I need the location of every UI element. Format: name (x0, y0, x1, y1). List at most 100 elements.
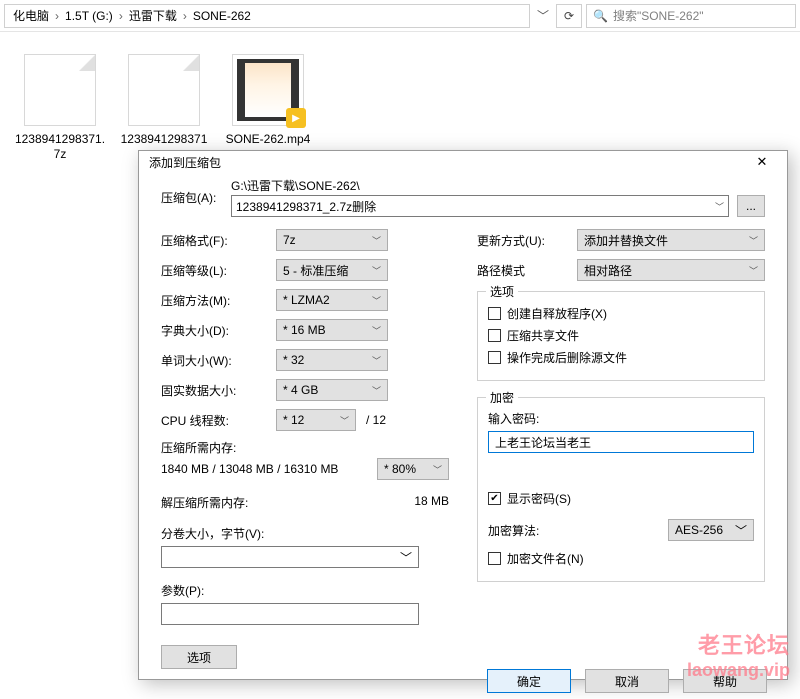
dict-value: * 16 MB (283, 323, 326, 337)
file-item[interactable]: 1238941298371.7z (14, 54, 106, 162)
algo-value: AES-256 (675, 523, 723, 537)
search-input[interactable]: 🔍 搜索"SONE-262" (586, 4, 796, 28)
checkbox-icon (488, 329, 501, 342)
chevron-down-icon: ﹀ (749, 264, 758, 277)
threads-max: / 12 (366, 413, 386, 427)
word-value: * 32 (283, 353, 304, 367)
word-select[interactable]: * 32 ﹀ (276, 349, 388, 371)
checkbox-icon (488, 552, 501, 565)
checkbox-icon (488, 351, 501, 364)
method-value: * LZMA2 (283, 293, 330, 307)
dict-select[interactable]: * 16 MB ﹀ (276, 319, 388, 341)
ellipsis-icon: ... (746, 199, 756, 213)
params-input[interactable] (161, 603, 419, 625)
file-item[interactable]: ▶ SONE-262.mp4 (222, 54, 314, 162)
encrypt-names-checkbox[interactable]: 加密文件名(N) (488, 547, 754, 569)
help-button[interactable]: 帮助 (683, 669, 767, 693)
split-select[interactable]: ﹀ (161, 546, 419, 568)
level-value: 5 - 标准压缩 (283, 262, 348, 279)
close-button[interactable]: ✕ (745, 151, 779, 173)
word-label: 单词大小(W): (161, 352, 276, 369)
file-icon (24, 54, 96, 126)
update-select[interactable]: 添加并替换文件 ﹀ (577, 229, 765, 251)
browse-button[interactable]: ... (737, 195, 765, 217)
address-dropdown[interactable]: ﹀ (534, 5, 552, 27)
level-select[interactable]: 5 - 标准压缩 ﹀ (276, 259, 388, 281)
refresh-button[interactable]: ⟳ (556, 4, 582, 28)
pathmode-select[interactable]: 相对路径 ﹀ (577, 259, 765, 281)
dict-label: 字典大小(D): (161, 322, 276, 339)
show-password-label: 显示密码(S) (507, 490, 571, 507)
chevron-right-icon: › (117, 9, 125, 23)
threads-label: CPU 线程数: (161, 412, 276, 429)
method-label: 压缩方法(M): (161, 292, 276, 309)
close-icon: ✕ (757, 154, 768, 170)
options-button[interactable]: 选项 (161, 645, 237, 669)
format-label: 压缩格式(F): (161, 232, 276, 249)
file-item[interactable]: 1238941298371 (118, 54, 210, 162)
encrypt-legend: 加密 (486, 389, 518, 406)
chevron-down-icon: ﹀ (372, 294, 381, 307)
play-badge-icon: ▶ (286, 108, 306, 128)
file-name: SONE-262.mp4 (226, 132, 311, 147)
archive-name-value: 1238941298371_2.7z删除 (236, 198, 376, 215)
dialog-titlebar[interactable]: 添加到压缩包 ✕ (139, 151, 787, 173)
crumb-folder2[interactable]: SONE-262 (189, 9, 255, 23)
format-value: 7z (283, 233, 296, 247)
refresh-icon: ⟳ (564, 9, 574, 23)
decompress-mem-label: 解压缩所需内存: (161, 494, 248, 511)
options-button-label: 选项 (187, 649, 211, 666)
mem-pct-value: * 80% (384, 462, 416, 476)
cancel-label: 取消 (615, 673, 639, 690)
delete-checkbox[interactable]: 操作完成后删除源文件 (488, 346, 754, 368)
threads-select[interactable]: * 12 ﹀ (276, 409, 356, 431)
solid-select[interactable]: * 4 GB ﹀ (276, 379, 388, 401)
help-label: 帮助 (713, 673, 737, 690)
show-password-checkbox[interactable]: ✔ 显示密码(S) (488, 487, 754, 509)
search-icon: 🔍 (593, 9, 608, 23)
cancel-button[interactable]: 取消 (585, 669, 669, 693)
archive-name-input[interactable]: 1238941298371_2.7z删除 ﹀ (231, 195, 729, 217)
mem-need-label: 压缩所需内存: (161, 439, 449, 456)
checkbox-icon: ✔ (488, 492, 501, 505)
chevron-down-icon: ﹀ (340, 414, 349, 427)
mem-pct-select[interactable]: * 80% ﹀ (377, 458, 449, 480)
crumb-drive[interactable]: 1.5T (G:) (61, 9, 117, 23)
right-column: 更新方式(U): 添加并替换文件 ﹀ 路径模式 相对路径 ﹀ 选项 (477, 225, 765, 669)
ok-button[interactable]: 确定 (487, 669, 571, 693)
chevron-down-icon[interactable]: ﹀ (715, 200, 724, 213)
solid-value: * 4 GB (283, 383, 318, 397)
crumb-folder1[interactable]: 迅雷下载 (125, 7, 181, 24)
params-label: 参数(P): (161, 582, 449, 599)
share-checkbox[interactable]: 压缩共享文件 (488, 324, 754, 346)
chevron-down-icon: ﹀ (749, 234, 758, 247)
chevron-down-icon: ﹀ (372, 264, 381, 277)
add-to-archive-dialog: 添加到压缩包 ✕ 压缩包(A): G:\迅雷下载\SONE-262\ 12389… (138, 150, 788, 680)
method-select[interactable]: * LZMA2 ﹀ (276, 289, 388, 311)
pathmode-label: 路径模式 (477, 262, 577, 279)
encrypt-group: 加密 输入密码: 上老王论坛当老王 ✔ 显示密码(S) 加密算法: AES-25… (477, 397, 765, 582)
format-select[interactable]: 7z ﹀ (276, 229, 388, 251)
level-label: 压缩等级(L): (161, 262, 276, 279)
chevron-down-icon: ﹀ (372, 234, 381, 247)
update-label: 更新方式(U): (477, 232, 577, 249)
address-bar: 化电脑 › 1.5T (G:) › 迅雷下载 › SONE-262 ﹀ ⟳ 🔍 … (0, 0, 800, 32)
video-thumbnail: ▶ (232, 54, 304, 126)
sfx-checkbox[interactable]: 创建自释放程序(X) (488, 302, 754, 324)
breadcrumb[interactable]: 化电脑 › 1.5T (G:) › 迅雷下载 › SONE-262 (4, 4, 530, 28)
password-label: 输入密码: (488, 410, 754, 427)
chevron-down-icon: ﹀ (400, 549, 412, 566)
algo-select[interactable]: AES-256 ﹀ (668, 519, 754, 541)
crumb-pc[interactable]: 化电脑 (9, 7, 53, 24)
chevron-down-icon: ﹀ (372, 324, 381, 337)
dialog-footer: 确定 取消 帮助 (139, 669, 787, 699)
dialog-title: 添加到压缩包 (149, 154, 221, 171)
mem-need-value: 1840 MB / 13048 MB / 16310 MB (161, 462, 338, 476)
file-icon (128, 54, 200, 126)
options-legend: 选项 (486, 283, 518, 300)
algo-label: 加密算法: (488, 522, 668, 539)
password-value: 上老王论坛当老王 (495, 434, 591, 451)
password-input[interactable]: 上老王论坛当老王 (488, 431, 754, 453)
archive-label: 压缩包(A): (161, 189, 231, 206)
chevron-down-icon: ﹀ (735, 522, 747, 539)
